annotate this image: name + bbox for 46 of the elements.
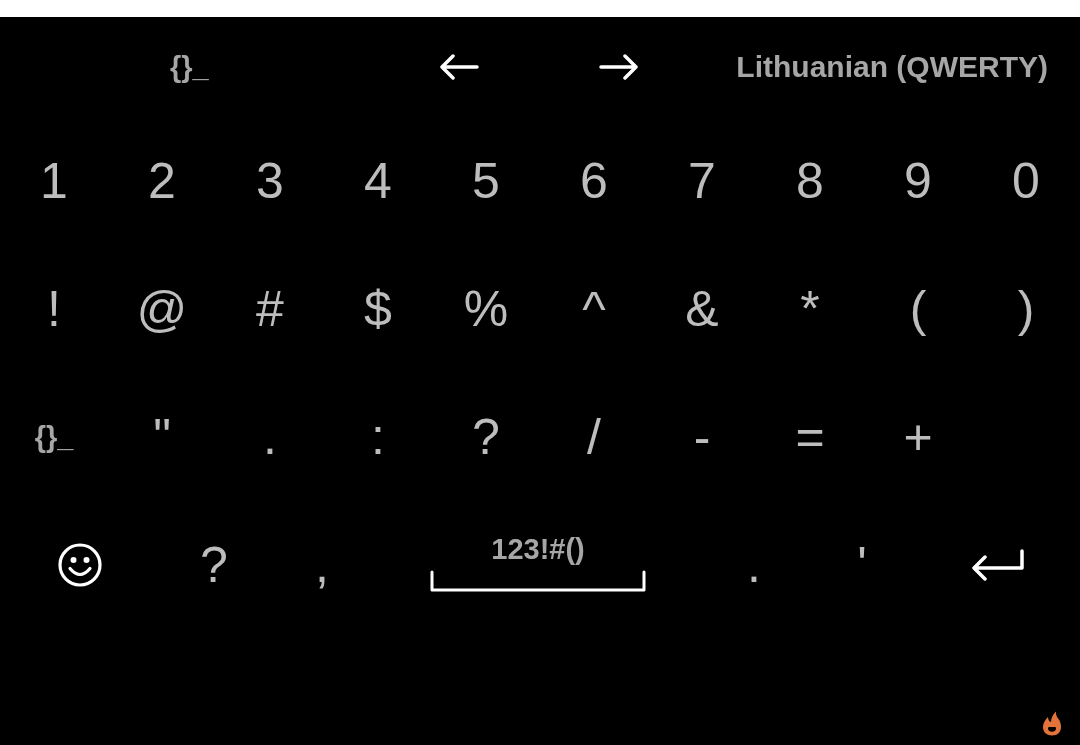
right-arrow-icon <box>598 54 639 80</box>
key[interactable]: " <box>153 412 171 462</box>
key[interactable]: . <box>263 412 277 462</box>
key[interactable]: ? <box>472 412 500 462</box>
key[interactable]: = <box>795 412 825 462</box>
key[interactable]: 9 <box>904 156 932 206</box>
key[interactable]: 3 <box>256 156 284 206</box>
key[interactable]: 8 <box>796 156 824 206</box>
key[interactable]: / <box>587 412 601 462</box>
key[interactable]: 2 <box>148 156 176 206</box>
smiley-icon <box>58 543 102 587</box>
key[interactable]: : <box>371 412 385 462</box>
key[interactable]: ' <box>857 540 867 590</box>
key[interactable]: , <box>315 540 329 590</box>
key[interactable]: & <box>685 284 719 334</box>
key[interactable]: ( <box>909 284 927 334</box>
key[interactable]: . <box>747 540 761 590</box>
flame-icon[interactable] <box>1041 710 1063 737</box>
key[interactable]: 0 <box>1012 156 1040 206</box>
key[interactable]: ! <box>47 284 61 334</box>
key[interactable]: + <box>903 412 933 462</box>
cursor-right-button[interactable] <box>598 54 639 80</box>
key[interactable]: * <box>800 284 820 334</box>
key[interactable]: $ <box>364 284 392 334</box>
left-arrow-icon <box>438 54 479 80</box>
emoji-key[interactable] <box>58 543 102 587</box>
space-bar-icon <box>430 569 646 592</box>
key[interactable]: ^ <box>582 284 606 334</box>
symbols-key[interactable]: {}_ <box>34 422 74 452</box>
key[interactable]: ? <box>200 540 228 590</box>
key[interactable]: % <box>463 284 509 334</box>
key[interactable]: 5 <box>472 156 500 206</box>
space-key[interactable]: 123!#() <box>430 534 646 592</box>
key[interactable]: @ <box>136 284 188 334</box>
key[interactable]: # <box>256 284 284 334</box>
key[interactable]: ) <box>1017 284 1035 334</box>
key[interactable]: 4 <box>364 156 392 206</box>
cursor-left-button[interactable] <box>438 54 479 80</box>
key[interactable]: 1 <box>40 156 68 206</box>
enter-key[interactable] <box>971 549 1025 581</box>
key[interactable]: 6 <box>580 156 608 206</box>
key[interactable]: 7 <box>688 156 716 206</box>
symbols-key[interactable]: {}_ <box>170 52 209 82</box>
enter-arrow-icon <box>971 549 1025 581</box>
key[interactable]: - <box>693 412 711 462</box>
language-label: Lithuanian (QWERTY) <box>736 52 1048 82</box>
